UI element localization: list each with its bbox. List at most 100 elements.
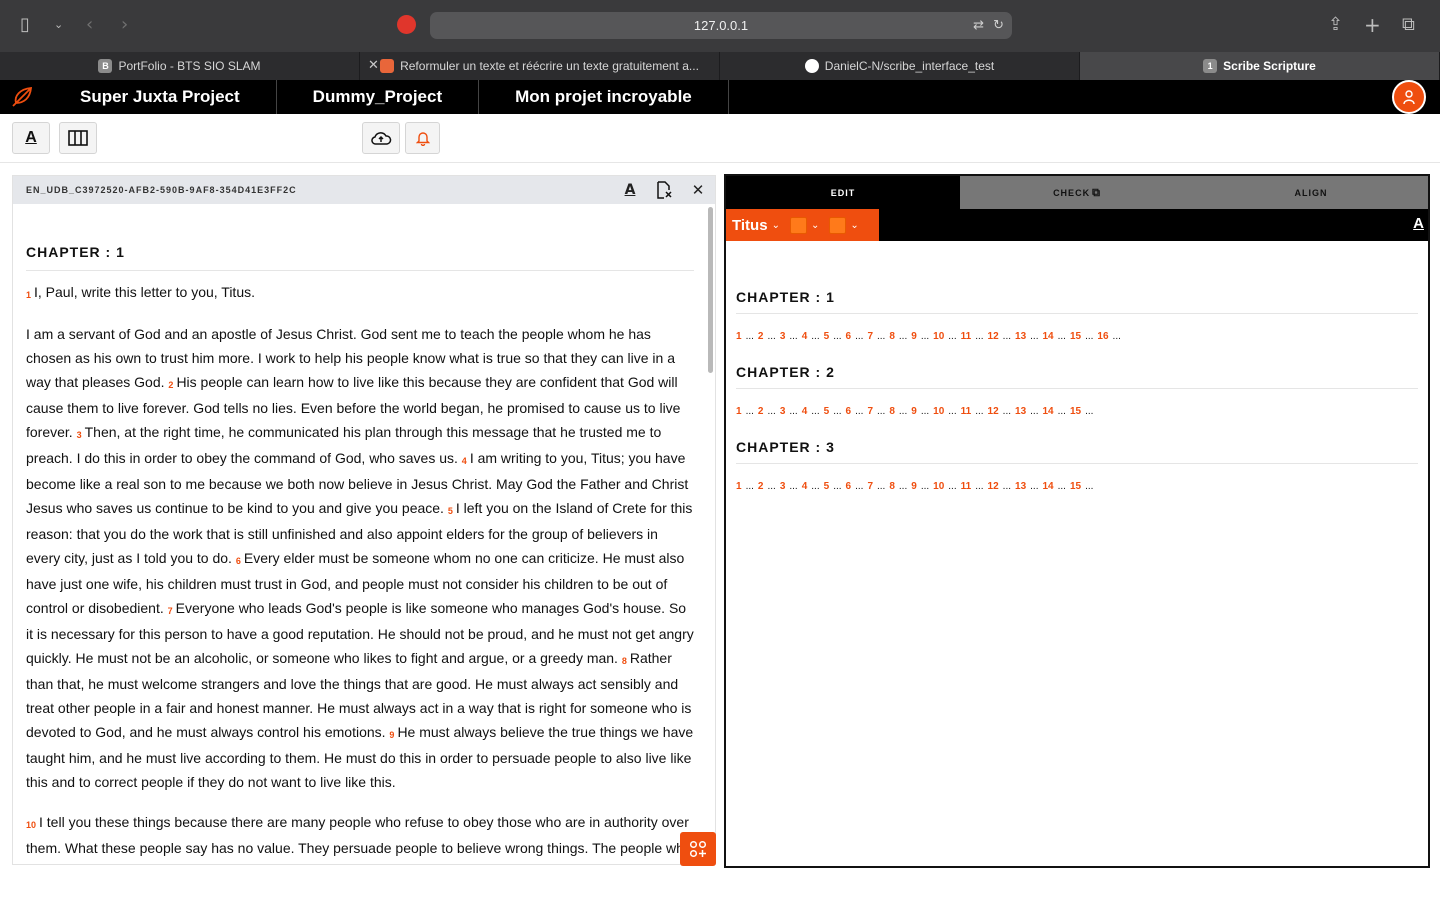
address-bar[interactable]: 127.0.0.1 ⇄ ↻ (430, 12, 1012, 39)
verse-link[interactable]: 12 (988, 481, 999, 492)
font-icon[interactable]: A (1413, 215, 1424, 232)
chapter-selector[interactable] (789, 216, 807, 234)
tab-github[interactable]: DanielC-N/scribe_interface_test (720, 52, 1080, 80)
tab-edit[interactable]: EDIT (726, 176, 960, 209)
verse-link[interactable]: 16 (1097, 331, 1108, 342)
tab-overview-icon[interactable]: ⧉ (1402, 14, 1415, 36)
verse-separator: ... (1030, 406, 1039, 417)
verse-separator: ... (767, 481, 776, 492)
verse-link[interactable]: 1 (736, 481, 742, 492)
new-tab-icon[interactable]: + (1364, 14, 1381, 36)
verse-link[interactable]: 15 (1070, 406, 1081, 417)
chevron-down-icon[interactable]: ⌄ (54, 14, 63, 36)
verse-link[interactable]: 12 (988, 406, 999, 417)
sidebar-toggle-icon[interactable]: ▯ (20, 14, 30, 36)
verse-link[interactable]: 1 (736, 406, 742, 417)
verse-link[interactable]: 3 (780, 406, 786, 417)
project-tab-incroyable[interactable]: Mon projet incroyable (479, 80, 729, 114)
verse-link[interactable]: 7 (867, 481, 873, 492)
verse-link[interactable]: 11 (961, 481, 972, 492)
project-tab-super-juxta[interactable]: Super Juxta Project (44, 80, 277, 114)
verse-number: 5 (447, 506, 453, 516)
resource-id: EN_UDB_C3972520-AFB2-590B-9AF8-354D41E3F… (26, 185, 297, 195)
user-avatar[interactable] (1392, 80, 1426, 114)
verse-link[interactable]: 11 (961, 406, 972, 417)
verse-link[interactable]: 13 (1015, 481, 1026, 492)
tab-portfolio[interactable]: B PortFolio - BTS SIO SLAM (0, 52, 360, 80)
project-tab-dummy[interactable]: Dummy_Project (277, 80, 480, 114)
verse-link[interactable]: 10 (933, 406, 944, 417)
verse-selector[interactable] (829, 216, 847, 234)
translate-icon[interactable]: ⇄ (973, 12, 984, 39)
verse-link[interactable]: 8 (889, 406, 895, 417)
verse-link[interactable]: 1 (736, 331, 742, 342)
chevron-down-icon[interactable]: ⌄ (772, 220, 780, 231)
verse-separator: ... (1002, 331, 1012, 342)
verse-link[interactable]: 6 (846, 406, 852, 417)
verse-link[interactable]: 3 (780, 481, 786, 492)
verse-link[interactable]: 3 (780, 331, 786, 342)
close-icon[interactable]: ✕ (368, 58, 379, 73)
verse-link[interactable]: 5 (824, 406, 830, 417)
tab-scribe-scripture[interactable]: 1 Scribe Scripture (1080, 52, 1440, 80)
verse-link[interactable]: 4 (802, 481, 808, 492)
layout-columns-button[interactable] (59, 122, 97, 154)
share-icon[interactable]: ⇪ (1328, 14, 1343, 36)
verse-separator: ... (767, 406, 776, 417)
verse-text: You and the leaders whom you appoint sho… (26, 864, 662, 865)
verse-link[interactable]: 6 (846, 331, 852, 342)
cloud-sync-button[interactable] (362, 122, 400, 154)
verse-link[interactable]: 8 (889, 331, 895, 342)
chevron-down-icon[interactable]: ⌄ (811, 220, 819, 231)
verse-link[interactable]: 15 (1070, 481, 1081, 492)
notifications-button[interactable] (405, 122, 440, 154)
verse-link[interactable]: 14 (1042, 331, 1053, 342)
verse-link[interactable]: 8 (889, 481, 895, 492)
verse-list: 1... 2... 3... 4... 5... 6... 7... 8... 9... 10..… (736, 405, 1418, 419)
quill-logo-icon[interactable] (0, 80, 44, 114)
verse-link[interactable]: 7 (867, 331, 873, 342)
add-resource-button[interactable] (680, 832, 716, 866)
verse-link[interactable]: 9 (911, 331, 917, 342)
scrollbar[interactable] (708, 207, 713, 373)
columns-icon (68, 130, 88, 146)
tab-align[interactable]: ALIGN (1194, 176, 1428, 209)
verse-link[interactable]: 12 (988, 331, 999, 342)
verse-link[interactable]: 14 (1042, 481, 1053, 492)
tab-reformuler[interactable]: ✕ Reformuler un texte et réécrire un tex… (360, 52, 720, 80)
file-settings-icon[interactable] (647, 176, 681, 204)
back-icon[interactable]: ‹ (86, 14, 93, 36)
verse-link[interactable]: 10 (933, 331, 944, 342)
tab-label: Reformuler un texte et réécrire un texte… (400, 59, 699, 73)
verse-link[interactable]: 10 (933, 481, 944, 492)
font-settings-button[interactable]: A (12, 122, 50, 154)
reload-icon[interactable]: ↻ (993, 12, 1004, 39)
tab-check[interactable]: CHECK ⧉ (960, 176, 1194, 209)
forward-icon[interactable]: › (121, 14, 128, 36)
close-icon[interactable]: ✕ (681, 176, 715, 204)
chevron-down-icon[interactable]: ⌄ (850, 220, 858, 231)
privacy-shield-icon[interactable] (397, 15, 416, 34)
book-selector[interactable]: Titus ⌄ ⌄ ⌄ (726, 209, 879, 241)
verse-link[interactable]: 13 (1015, 406, 1026, 417)
verse-link[interactable]: 15 (1070, 331, 1081, 342)
font-icon: A (25, 129, 37, 146)
verse-link[interactable]: 14 (1042, 406, 1053, 417)
verse-link[interactable]: 4 (802, 331, 808, 342)
verse-link[interactable]: 4 (802, 406, 808, 417)
verse-link[interactable]: 5 (824, 331, 830, 342)
verse-link[interactable]: 13 (1015, 331, 1026, 342)
verse-separator: ... (975, 331, 984, 342)
verse-link[interactable]: 9 (911, 481, 917, 492)
verse-separator: ... (789, 481, 798, 492)
verse-separator: ... (920, 481, 930, 492)
verse-link[interactable]: 2 (758, 481, 764, 492)
verse-link[interactable]: 5 (824, 481, 830, 492)
verse-link[interactable]: 2 (758, 331, 764, 342)
verse-link[interactable]: 6 (846, 481, 852, 492)
font-icon[interactable]: A (613, 176, 647, 204)
verse-link[interactable]: 9 (911, 406, 917, 417)
verse-link[interactable]: 7 (867, 406, 873, 417)
verse-link[interactable]: 2 (758, 406, 764, 417)
verse-link[interactable]: 11 (961, 331, 972, 342)
